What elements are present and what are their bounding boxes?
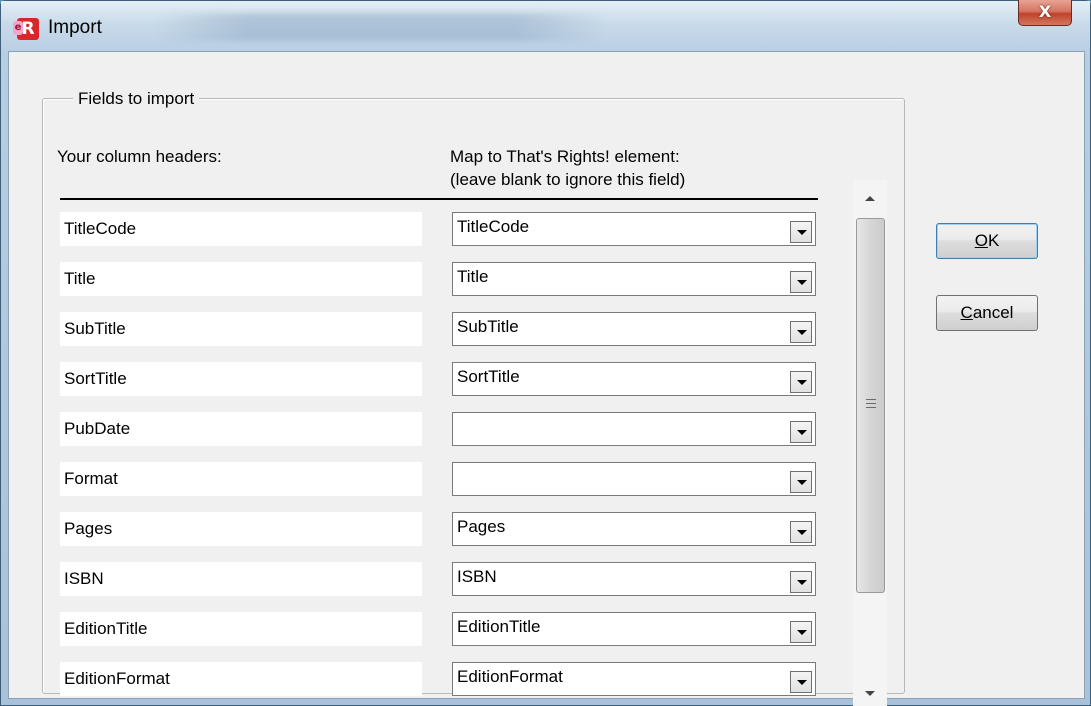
close-button[interactable]: X — [1018, 0, 1072, 26]
element-mapping-dropdown[interactable]: Title — [452, 262, 816, 296]
column-header-label: EditionFormat — [60, 662, 422, 696]
element-mapping-dropdown[interactable]: EditionTitle — [452, 612, 816, 646]
dropdown-arrow-icon[interactable] — [790, 421, 812, 443]
element-mapping-dropdown[interactable]: ISBN — [452, 562, 816, 596]
mapping-row: Format — [60, 462, 820, 496]
dropdown-selected-value: EditionTitle — [457, 617, 541, 636]
dropdown-selected-value: SubTitle — [457, 317, 519, 336]
dropdown-arrow-icon[interactable] — [790, 271, 812, 293]
dropdown-arrow-icon[interactable] — [790, 371, 812, 393]
dropdown-arrow-icon[interactable] — [790, 471, 812, 493]
mapping-row: TitleCode TitleCode — [60, 212, 820, 246]
target-column-header: Map to That's Rights! element: — [450, 147, 680, 166]
scroll-up-icon[interactable] — [853, 180, 887, 214]
dropdown-selected-value: EditionFormat — [457, 667, 563, 686]
mapping-rows: TitleCode TitleCode Title Title SubTitle SubT… — [60, 212, 820, 704]
column-header-label: Pages — [60, 512, 422, 546]
import-dialog: eR Import X Fields to import Your column… — [0, 0, 1091, 706]
column-header-label: SubTitle — [60, 312, 422, 346]
dropdown-selected-value: Pages — [457, 517, 506, 536]
dropdown-arrow-icon[interactable] — [790, 621, 812, 643]
dropdown-selected-value: SortTitle — [457, 367, 520, 386]
mapping-row: SubTitle SubTitle — [60, 312, 820, 346]
element-mapping-dropdown[interactable] — [452, 412, 816, 446]
element-mapping-dropdown[interactable] — [452, 462, 816, 496]
dropdown-arrow-icon[interactable] — [790, 321, 812, 343]
app-icon: eR — [13, 18, 39, 40]
close-icon: X — [1038, 2, 1052, 21]
cancel-button[interactable]: Cancel — [936, 295, 1038, 331]
dropdown-selected-value: Title — [457, 267, 489, 286]
ok-button[interactable]: OK — [936, 223, 1038, 259]
element-mapping-dropdown[interactable]: TitleCode — [452, 212, 816, 246]
column-header-label: Title — [60, 262, 422, 296]
groupbox-legend: Fields to import — [73, 89, 200, 109]
title-bar[interactable]: eR Import X — [1, 0, 1090, 51]
column-header-label: ISBN — [60, 562, 422, 596]
dropdown-arrow-icon[interactable] — [790, 571, 812, 593]
column-header-label: SortTitle — [60, 362, 422, 396]
dropdown-arrow-icon[interactable] — [790, 671, 812, 693]
scroll-grip-icon — [866, 399, 876, 408]
mapping-row: EditionFormat EditionFormat — [60, 662, 820, 696]
mapping-row: Title Title — [60, 262, 820, 296]
dialog-client-area: Fields to import Your column headers: Ma… — [8, 51, 1085, 706]
header-divider — [60, 198, 818, 200]
vertical-scrollbar[interactable] — [853, 180, 887, 706]
column-header-label: PubDate — [60, 412, 422, 446]
scrollbar-thumb[interactable] — [856, 218, 885, 593]
scroll-down-icon[interactable] — [853, 678, 887, 706]
element-mapping-dropdown[interactable]: SubTitle — [452, 312, 816, 346]
dropdown-selected-value: ISBN — [457, 567, 497, 586]
dropdown-selected-value: TitleCode — [457, 217, 530, 236]
mapping-row: Pages Pages — [60, 512, 820, 546]
blurred-background — [156, 13, 606, 41]
column-header-label: TitleCode — [60, 212, 422, 246]
dropdown-arrow-icon[interactable] — [790, 521, 812, 543]
mapping-row: ISBN ISBN — [60, 562, 820, 596]
column-header-label: Format — [60, 462, 422, 496]
mapping-row: SortTitle SortTitle — [60, 362, 820, 396]
window-title: Import — [48, 17, 102, 38]
mapping-row: EditionTitle EditionTitle — [60, 612, 820, 646]
target-column-hint: (leave blank to ignore this field) — [450, 170, 686, 189]
element-mapping-dropdown[interactable]: Pages — [452, 512, 816, 546]
source-column-header: Your column headers: — [57, 147, 222, 166]
dropdown-arrow-icon[interactable] — [790, 221, 812, 243]
element-mapping-dropdown[interactable]: SortTitle — [452, 362, 816, 396]
mapping-row: PubDate — [60, 412, 820, 446]
element-mapping-dropdown[interactable]: EditionFormat — [452, 662, 816, 696]
column-header-label: EditionTitle — [60, 612, 422, 646]
